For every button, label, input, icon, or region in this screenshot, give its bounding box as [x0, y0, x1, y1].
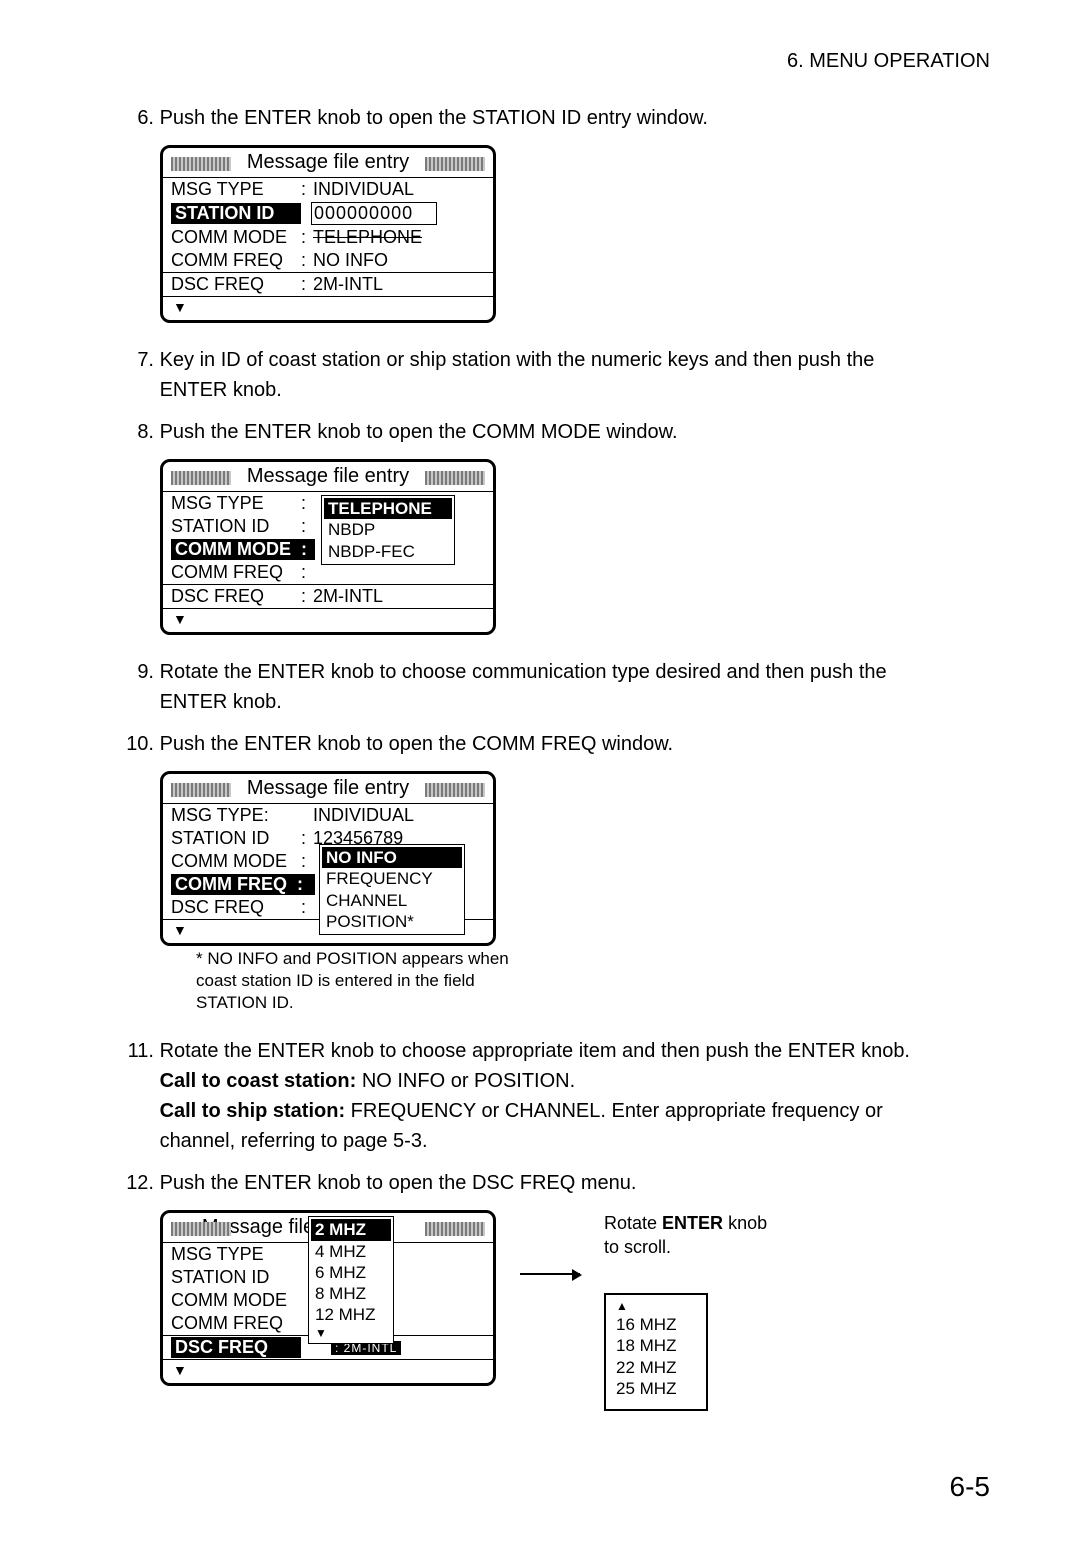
dropdown-option-frequency[interactable]: FREQUENCY — [322, 868, 462, 889]
comm-mode-dropdown[interactable]: TELEPHONE NBDP NBDP-FEC — [321, 495, 455, 565]
comm-mode-value: TELEPHONE — [313, 227, 485, 248]
dropdown-option-nbdp-fec[interactable]: NBDP-FEC — [324, 541, 452, 562]
comm-mode-label: COMM MODE — [171, 227, 301, 248]
step-text: Push the ENTER knob to open the COMM FRE… — [160, 729, 940, 759]
station-id-label: STATION ID — [171, 203, 301, 224]
step-10: 10. Push the ENTER knob to open the COMM… — [120, 729, 990, 759]
msg-type-label: MSG TYPE — [171, 493, 301, 514]
step-12: 12. Push the ENTER knob to open the DSC … — [120, 1168, 990, 1198]
dropdown-option-channel[interactable]: CHANNEL — [322, 890, 462, 911]
comm-freq-label: COMM FREQ : — [171, 874, 315, 895]
step-number: 6. — [120, 103, 154, 133]
msg-type-label: MSG TYPE — [171, 1244, 301, 1265]
arrow-right-icon — [520, 1273, 580, 1275]
comm-freq-label: COMM FREQ — [171, 250, 301, 271]
dsc-freq-value: 2M-INTL — [313, 586, 485, 607]
page: 6. MENU OPERATION 6. Push the ENTER knob… — [0, 0, 1080, 1543]
dropdown-option-2mhz[interactable]: 2 MHZ — [311, 1219, 391, 1240]
panel-title: Message file entry — [163, 774, 493, 803]
dsc-freq-label: DSC FREQ — [171, 274, 301, 295]
dropdown-option-4mhz[interactable]: 4 MHZ — [311, 1241, 391, 1262]
step-number: 7. — [120, 345, 154, 375]
panel-title: Message file entry — [163, 462, 493, 491]
scroll-down-icon[interactable]: ▼ — [163, 609, 493, 632]
msg-type-label: MSG TYPE — [171, 179, 301, 200]
panel-3-footnote: * NO INFO and POSITION appears when coas… — [196, 948, 516, 1014]
scroll-overflow-list: ▲ 16 MHZ 18 MHZ 22 MHZ 25 MHZ — [604, 1293, 708, 1411]
dsc-freq-value: 2M-INTL — [313, 274, 485, 295]
dsc-freq-label: DSC FREQ — [171, 586, 301, 607]
scroll-down-icon[interactable]: ▼ — [163, 1360, 493, 1383]
comm-mode-label: COMM MODE : — [171, 539, 315, 560]
station-id-label: STATION ID — [171, 516, 301, 537]
comm-mode-label: COMM MODE — [171, 1290, 301, 1311]
step-text: Push the ENTER knob to open the STATION … — [160, 103, 940, 133]
station-id-label: STATION ID — [171, 1267, 301, 1288]
figure-4: Message file entry MSG TYPE STATION ID C… — [160, 1210, 990, 1411]
step-11: 11. Rotate the ENTER knob to choose appr… — [120, 1036, 990, 1156]
step-number: 11. — [120, 1036, 154, 1066]
panel-3: Message file entry MSG TYPE: INDIVIDUAL … — [160, 771, 990, 1014]
msg-type-label: MSG TYPE: — [171, 805, 301, 826]
step-text: Push the ENTER knob to open the COMM MOD… — [160, 417, 940, 447]
comm-mode-label: COMM MODE — [171, 851, 301, 872]
step-text: Key in ID of coast station or ship stati… — [160, 345, 940, 405]
step-number: 9. — [120, 657, 154, 687]
step-9: 9. Rotate the ENTER knob to choose commu… — [120, 657, 990, 717]
step-6: 6. Push the ENTER knob to open the STATI… — [120, 103, 990, 133]
dropdown-option-6mhz[interactable]: 6 MHZ — [311, 1262, 391, 1283]
panel-1: Message file entry MSG TYPE : INDIVIDUAL… — [160, 145, 990, 323]
section-header: 6. MENU OPERATION — [120, 50, 990, 73]
comm-freq-label: COMM FREQ — [171, 1313, 301, 1334]
step-8: 8. Push the ENTER knob to open the COMM … — [120, 417, 990, 447]
panel-title: Message file entry — [163, 148, 493, 177]
scroll-down-icon[interactable]: ▼ — [311, 1326, 391, 1341]
dsc-freq-label: DSC FREQ — [171, 897, 301, 918]
dropdown-option-telephone[interactable]: TELEPHONE — [324, 498, 452, 519]
dropdown-option-noinfo[interactable]: NO INFO — [322, 847, 462, 868]
step-text: Rotate the ENTER knob to choose communic… — [160, 657, 940, 717]
dropdown-option-position[interactable]: POSITION* — [322, 911, 462, 932]
dropdown-option-12mhz[interactable]: 12 MHZ — [311, 1304, 391, 1325]
scroll-up-icon[interactable]: ▲ — [616, 1299, 696, 1314]
panel-2: Message file entry MSG TYPE : STATION ID… — [160, 459, 990, 635]
list-item[interactable]: 25 MHZ — [616, 1378, 696, 1399]
dsc-freq-label: DSC FREQ — [171, 1337, 301, 1358]
comm-freq-value: NO INFO — [313, 250, 485, 271]
step-7: 7. Key in ID of coast station or ship st… — [120, 345, 990, 405]
dropdown-option-8mhz[interactable]: 8 MHZ — [311, 1283, 391, 1304]
msg-type-value: INDIVIDUAL — [313, 179, 485, 200]
step-number: 10. — [120, 729, 154, 759]
list-item[interactable]: 18 MHZ — [616, 1335, 696, 1356]
list-item[interactable]: 16 MHZ — [616, 1314, 696, 1335]
comm-freq-dropdown[interactable]: NO INFO FREQUENCY CHANNEL POSITION* — [319, 844, 465, 935]
comm-freq-label: COMM FREQ — [171, 562, 301, 583]
page-number: 6-5 — [120, 1471, 990, 1503]
step-number: 12. — [120, 1168, 154, 1198]
step-text: Rotate the ENTER knob to choose appropri… — [160, 1036, 940, 1156]
station-id-input[interactable]: 000000000 — [311, 202, 437, 225]
step-number: 8. — [120, 417, 154, 447]
scroll-down-icon[interactable]: ▼ — [163, 297, 493, 320]
scroll-annotation: Rotate ENTER knob to scroll. ▲ 16 MHZ 18… — [604, 1210, 767, 1411]
dropdown-option-nbdp[interactable]: NBDP — [324, 519, 452, 540]
msg-type-value: INDIVIDUAL — [313, 805, 485, 826]
step-text: Push the ENTER knob to open the DSC FREQ… — [160, 1168, 940, 1198]
station-id-label: STATION ID — [171, 828, 301, 849]
dsc-freq-dropdown[interactable]: 2 MHZ 4 MHZ 6 MHZ 8 MHZ 12 MHZ ▼ — [308, 1216, 394, 1343]
list-item[interactable]: 22 MHZ — [616, 1357, 696, 1378]
